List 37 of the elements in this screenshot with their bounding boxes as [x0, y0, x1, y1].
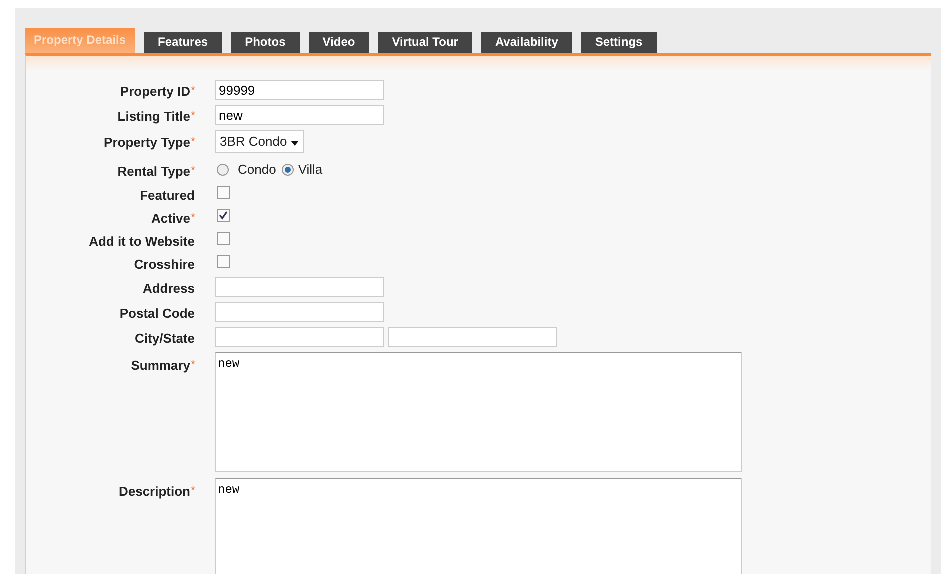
field-label: City/State: [134, 330, 196, 346]
field-label: Property Type$^{*}$: [103, 134, 196, 150]
checkbox[interactable]: [217, 186, 230, 198]
input-field[interactable]: new: [215, 105, 384, 125]
field-label: Crosshire: [133, 256, 196, 272]
tab[interactable]: Availability: [481, 32, 572, 53]
checkbox[interactable]: [217, 254, 230, 268]
radio-label: Condo: [238, 161, 276, 179]
text-area[interactable]: new: [215, 478, 742, 574]
field-label: Summary$^{*}$: [130, 356, 196, 372]
checkbox[interactable]: [217, 232, 230, 244]
tab[interactable]: Video: [308, 32, 370, 53]
field-label: Address: [142, 280, 196, 296]
field-label: Description$^{*}$: [118, 482, 196, 498]
checkbox[interactable]: [217, 208, 230, 222]
tab[interactable]: Features: [144, 32, 222, 53]
field-label: Active$^{*}$: [150, 210, 196, 226]
field-label: Property ID$^{*}$: [119, 83, 196, 99]
tab[interactable]: Virtual Tour: [378, 32, 472, 53]
dropdown[interactable]: 3BR Condo: [215, 130, 304, 153]
radio-button[interactable]: [217, 164, 229, 176]
tab[interactable]: Photos: [231, 32, 300, 53]
field-label: Rental Type$^{*}$: [116, 163, 196, 179]
input-field[interactable]: [215, 326, 384, 346]
input-field[interactable]: 99999: [215, 80, 384, 100]
input-field[interactable]: [388, 326, 557, 346]
field-label: Add it to Website: [88, 232, 196, 248]
radio-label: Villa: [298, 161, 323, 179]
tab[interactable]: Settings: [581, 32, 657, 53]
caret-icon: [291, 141, 300, 146]
text-area[interactable]: new: [215, 352, 742, 472]
radio-button[interactable]: [282, 164, 294, 176]
input-field[interactable]: [215, 302, 384, 322]
field-label: Featured: [139, 186, 196, 202]
input-field[interactable]: [215, 276, 384, 296]
field-label: Listing Title$^{*}$: [116, 108, 196, 124]
field-label: Postal Code: [118, 304, 196, 320]
